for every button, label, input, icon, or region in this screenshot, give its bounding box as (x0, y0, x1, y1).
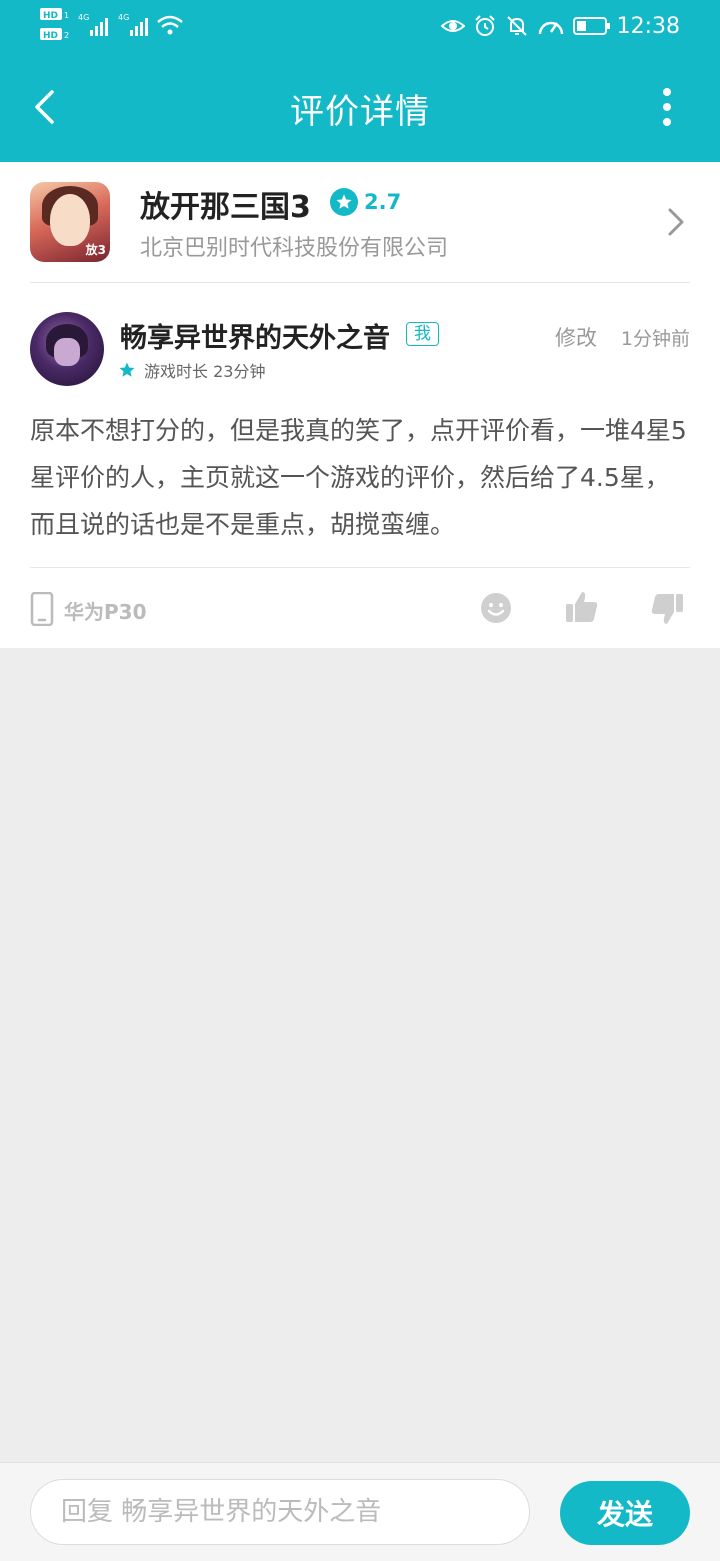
device-name: 华为P30 (64, 600, 147, 624)
thumbs-down-icon[interactable] (650, 592, 684, 626)
phone-icon (30, 592, 54, 626)
svg-text:HD: HD (43, 11, 58, 21)
game-name: 放开那三国3 (140, 190, 311, 225)
reply-bar: 发送 (0, 1462, 720, 1561)
svg-text:2: 2 (64, 31, 69, 40)
send-button[interactable]: 发送 (560, 1481, 690, 1545)
nav-bar: 评价详情 (0, 52, 720, 162)
signal-icon: HD HD 1 2 4G 4G (40, 8, 183, 41)
svg-text:HD: HD (43, 31, 58, 41)
status-right-icons: 12:38 (433, 8, 680, 44)
avatar[interactable] (30, 312, 104, 386)
speed-icon (538, 21, 563, 35)
developer-name: 北京巴别时代科技股份有限公司 (140, 236, 449, 261)
alarm-icon (474, 15, 495, 36)
status-left-icons: HD HD 1 2 4G 4G (40, 6, 190, 46)
app-header: HD HD 1 2 4G 4G 12:38 评价详情 (0, 0, 720, 162)
more-menu-button[interactable] (652, 82, 682, 132)
star-icon (119, 362, 135, 377)
thumbs-up-icon[interactable] (565, 590, 599, 624)
more-vertical-icon (663, 88, 671, 96)
edit-button[interactable]: 修改 (555, 322, 597, 352)
review-footer: 华为P30 (30, 567, 690, 649)
emoji-icon[interactable] (480, 592, 512, 624)
game-info-row[interactable]: 放3 放开那三国3 2.7 北京巴别时代科技股份有限公司 (30, 162, 690, 283)
eye-icon (440, 20, 465, 32)
game-rating: 2.7 (330, 188, 401, 216)
playtime: 游戏时长 23分钟 (118, 358, 265, 382)
playtime-text: 游戏时长 23分钟 (144, 362, 266, 381)
svg-text:4G: 4G (78, 13, 89, 22)
battery-icon (572, 17, 610, 35)
star-icon (330, 188, 358, 216)
game-icon-badge: 放3 (85, 243, 106, 257)
svg-text:1: 1 (64, 11, 69, 20)
svg-text:4G: 4G (118, 13, 129, 22)
user-name[interactable]: 畅享异世界的天外之音 (120, 316, 390, 355)
reply-input[interactable] (30, 1479, 530, 1545)
chevron-right-icon (668, 208, 684, 236)
me-badge: 我 (406, 322, 439, 346)
review-header: 畅享异世界的天外之音 我 修改 1分钟前 游戏时长 23分钟 (30, 312, 690, 392)
status-time: 12:38 (616, 13, 680, 39)
page-title: 评价详情 (290, 92, 430, 132)
mute-bell-icon (506, 16, 527, 36)
review-time: 1分钟前 (620, 328, 690, 350)
rating-value: 2.7 (364, 190, 402, 214)
review-content: 原本不想打分的，但是我真的笑了，点开评价看，一堆4星5星评价的人，主页就这一个游… (30, 416, 687, 539)
status-bar: HD HD 1 2 4G 4G 12:38 (0, 0, 720, 52)
game-icon: 放3 (30, 182, 110, 262)
review-card: 放3 放开那三国3 2.7 北京巴别时代科技股份有限公司 畅享异世界的天外之音 … (0, 162, 720, 648)
